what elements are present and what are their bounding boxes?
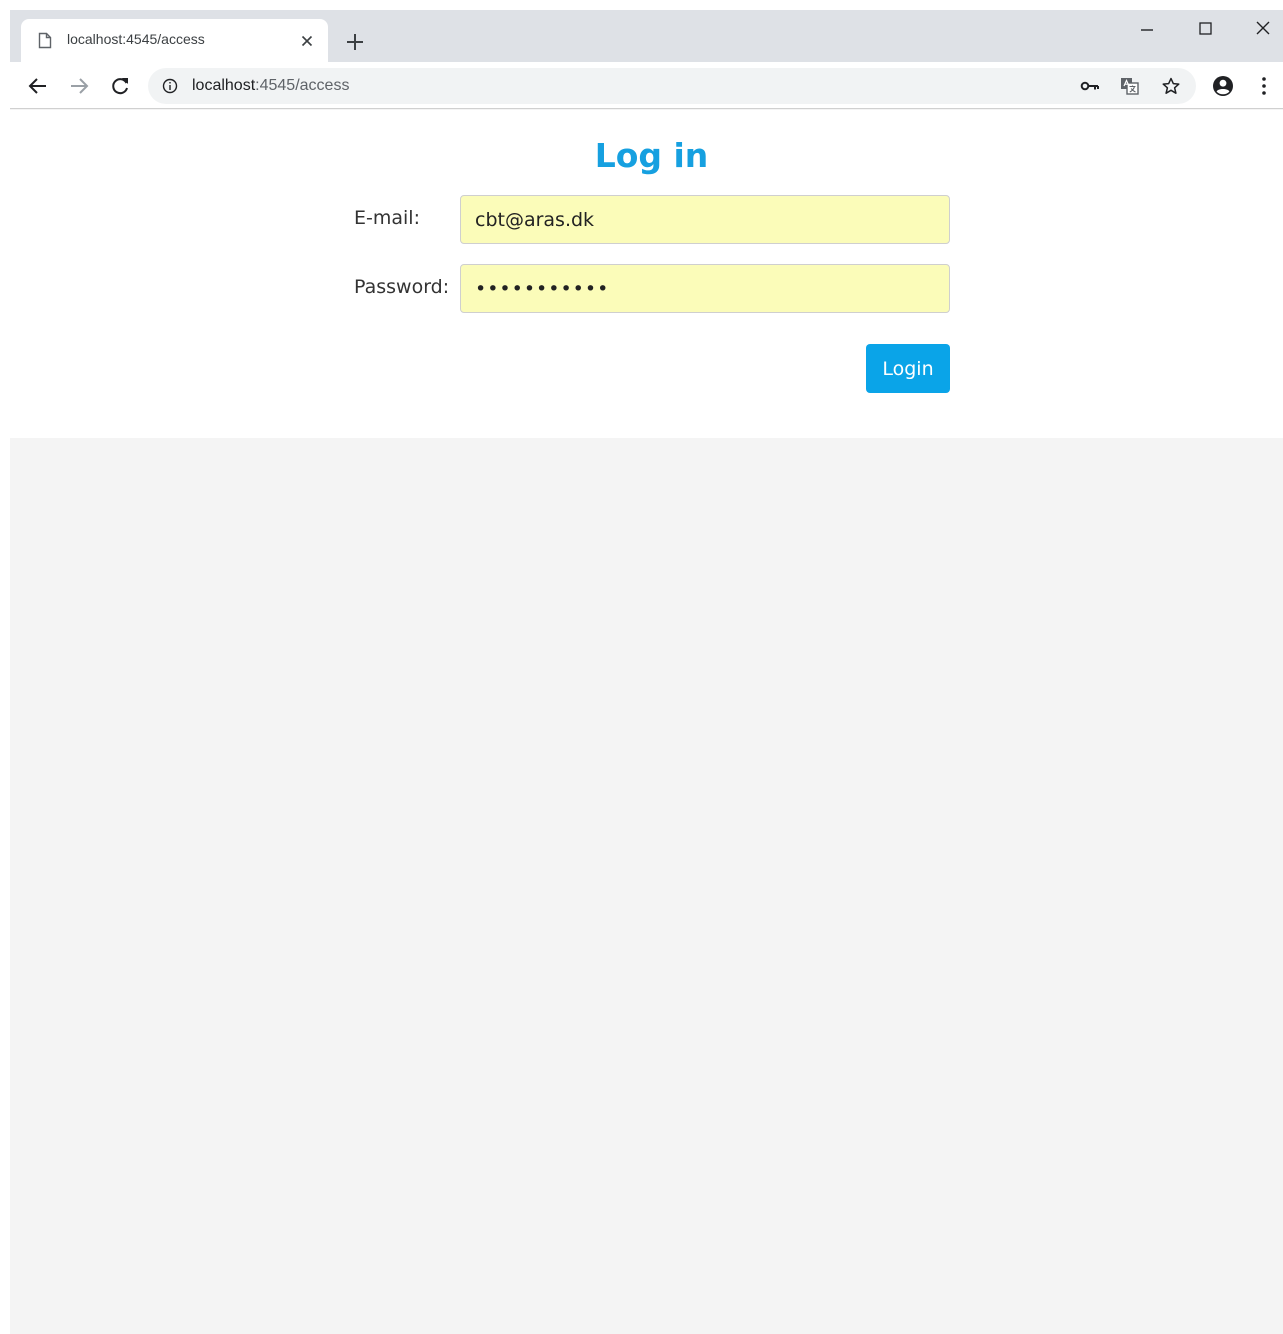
password-label: Password: <box>354 276 450 298</box>
url-path: :4545/access <box>255 77 350 94</box>
browser-tab[interactable]: localhost:4545/access <box>21 19 328 62</box>
translate-icon[interactable] <box>1120 77 1140 95</box>
minimize-icon[interactable] <box>1127 16 1167 40</box>
tab-title: localhost:4545/access <box>67 31 205 47</box>
page-title: Log in <box>594 136 709 175</box>
key-icon[interactable] <box>1080 77 1100 95</box>
email-label: E-mail: <box>354 207 420 229</box>
info-icon[interactable] <box>162 78 178 94</box>
email-field[interactable] <box>460 195 950 244</box>
page-icon <box>38 32 52 49</box>
window-close-icon[interactable] <box>1243 16 1283 40</box>
close-icon[interactable] <box>299 33 315 49</box>
url-host: localhost <box>192 77 256 94</box>
browser-toolbar: localhost:4545/access <box>10 62 1283 109</box>
password-field[interactable] <box>460 264 950 313</box>
forward-button[interactable] <box>68 75 90 97</box>
reload-button[interactable] <box>109 75 131 97</box>
back-button[interactable] <box>27 75 49 97</box>
profile-icon[interactable] <box>1212 75 1234 97</box>
login-button[interactable]: Login <box>866 344 950 393</box>
address-bar[interactable]: localhost:4545/access <box>148 68 1196 104</box>
maximize-icon[interactable] <box>1185 16 1225 40</box>
star-icon[interactable] <box>1161 77 1181 95</box>
browser-window: localhost:4545/access localhost:4545/acc… <box>10 10 1283 1334</box>
url-text[interactable]: localhost:4545/access <box>192 77 349 95</box>
tab-strip: localhost:4545/access <box>10 10 1283 62</box>
new-tab-button[interactable] <box>344 31 366 53</box>
login-panel: Log in E-mail: Password: Login <box>10 110 1283 438</box>
menu-icon[interactable] <box>1259 76 1269 96</box>
